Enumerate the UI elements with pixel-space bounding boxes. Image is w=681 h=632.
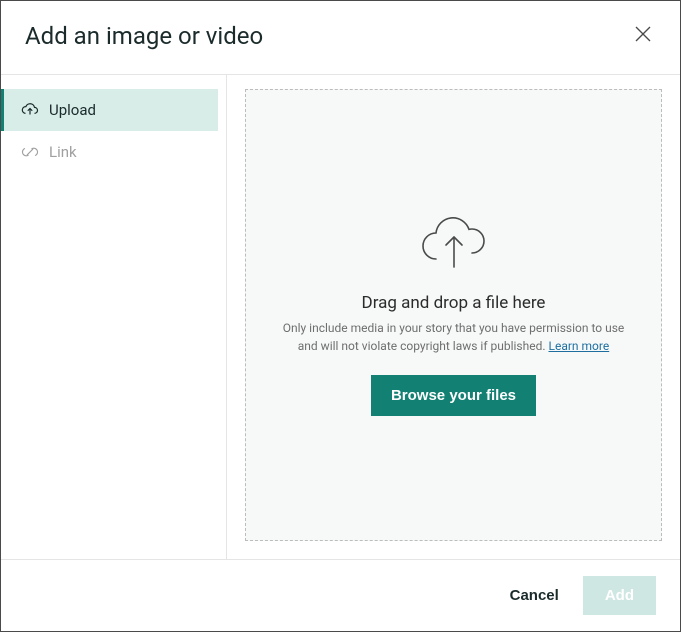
cancel-button[interactable]: Cancel — [504, 577, 565, 614]
dropzone-title: Drag and drop a file here — [362, 293, 546, 313]
dialog-title: Add an image or video — [25, 22, 263, 50]
close-button[interactable] — [630, 21, 656, 50]
tab-link[interactable]: Link — [1, 131, 218, 173]
sidebar: Upload Link — [1, 75, 227, 559]
dialog-body: Upload Link Drag and drop a file here On… — [1, 75, 680, 559]
cloud-upload-large-icon — [418, 215, 490, 275]
tab-upload[interactable]: Upload — [1, 89, 218, 131]
learn-more-link[interactable]: Learn more — [549, 339, 610, 353]
dialog-footer: Cancel Add — [1, 559, 680, 631]
add-button[interactable]: Add — [583, 576, 656, 615]
dropzone[interactable]: Drag and drop a file here Only include m… — [245, 89, 662, 541]
tab-link-label: Link — [49, 143, 77, 161]
close-icon — [634, 25, 652, 43]
link-icon — [21, 145, 39, 159]
content-panel: Drag and drop a file here Only include m… — [227, 75, 680, 559]
dropzone-description: Only include media in your story that yo… — [274, 319, 634, 355]
tab-upload-label: Upload — [49, 101, 96, 119]
browse-files-button[interactable]: Browse your files — [371, 375, 536, 416]
dialog-header: Add an image or video — [1, 1, 680, 75]
cloud-upload-icon — [21, 103, 39, 117]
